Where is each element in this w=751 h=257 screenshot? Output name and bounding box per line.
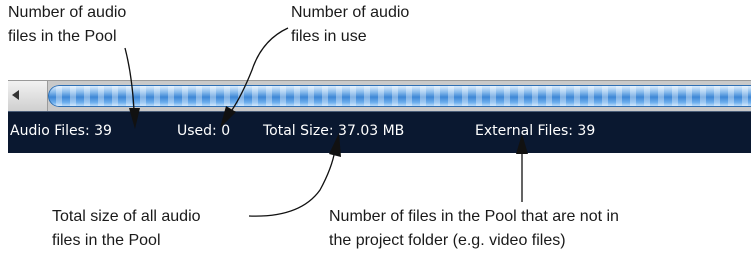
callout-audio-files-in-use: Number of audio files in use	[291, 1, 409, 49]
callout-line: the project folder (e.g. video files)	[329, 232, 566, 249]
horizontal-scrollbar[interactable]	[8, 80, 751, 111]
callout-line: Number of audio	[8, 4, 127, 21]
status-external-files: External Files: 39	[475, 123, 596, 139]
callout-total-size: Total size of all audio files in the Poo…	[52, 205, 201, 253]
scroll-left-button[interactable]	[8, 81, 48, 111]
callout-line: Total size of all audio	[52, 208, 201, 225]
status-total-size: Total Size: 37.03 MB	[263, 123, 405, 139]
callout-external-files: Number of files in the Pool that are not…	[329, 205, 619, 253]
scrollbar-thumb[interactable]	[48, 85, 751, 107]
callout-line: files in use	[291, 28, 367, 45]
callout-line: files in the Pool	[52, 232, 161, 249]
status-audio-files: Audio Files: 39	[10, 123, 112, 139]
status-used: Used: 0	[177, 123, 231, 139]
pool-status-bar: Audio Files: 39 Used: 0 Total Size: 37.0…	[8, 111, 751, 153]
callout-line: files in the Pool	[8, 28, 117, 45]
callout-line: Number of audio	[291, 4, 410, 21]
left-arrow-icon	[12, 90, 19, 100]
leader-line-total-size	[248, 149, 336, 217]
callout-line: Number of files in the Pool that are not…	[329, 208, 619, 225]
callout-audio-files-in-pool: Number of audio files in the Pool	[8, 1, 126, 49]
